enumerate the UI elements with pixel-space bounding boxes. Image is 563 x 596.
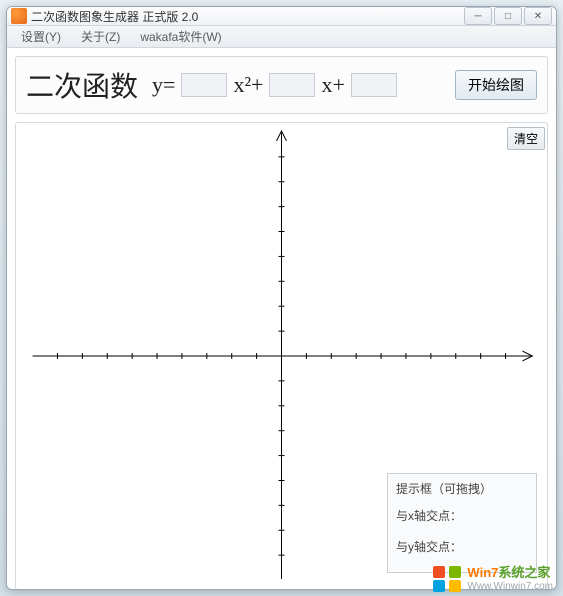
- coef-a-input[interactable]: [181, 73, 227, 97]
- minimize-button[interactable]: ─: [464, 7, 492, 25]
- hint-box[interactable]: 提示框（可拖拽） 与x轴交点： 与y轴交点：: [387, 473, 537, 573]
- app-window: 二次函数图象生成器 正式版 2.0 ─ □ ✕ 设置(Y) 关于(Z) waka…: [6, 6, 557, 590]
- eq-x2: x²+: [233, 72, 263, 98]
- formula-panel: 二次函数 y= x²+ x+ 开始绘图: [15, 56, 548, 114]
- start-plot-button[interactable]: 开始绘图: [455, 70, 537, 100]
- hint-y-intersect: 与y轴交点：: [396, 538, 528, 555]
- menu-settings[interactable]: 设置(Y): [11, 26, 71, 47]
- hint-title: 提示框（可拖拽）: [396, 480, 528, 497]
- maximize-button[interactable]: □: [494, 7, 522, 25]
- app-icon: [11, 8, 27, 24]
- eq-x1: x+: [321, 72, 344, 98]
- menu-wakafa[interactable]: wakafa软件(W): [130, 26, 231, 47]
- hint-x-label: 与x轴交点：: [396, 509, 462, 523]
- titlebar[interactable]: 二次函数图象生成器 正式版 2.0 ─ □ ✕: [7, 7, 556, 26]
- menu-about[interactable]: 关于(Z): [71, 26, 130, 47]
- close-button[interactable]: ✕: [524, 7, 552, 25]
- page-title: 二次函数: [26, 65, 138, 105]
- window-controls: ─ □ ✕: [462, 7, 552, 25]
- window-title: 二次函数图象生成器 正式版 2.0: [31, 8, 462, 25]
- coef-b-input[interactable]: [269, 73, 315, 97]
- coef-c-input[interactable]: [351, 73, 397, 97]
- menubar: 设置(Y) 关于(Z) wakafa软件(W): [7, 26, 556, 48]
- eq-y: y=: [152, 72, 175, 98]
- hint-y-label: 与y轴交点：: [396, 540, 462, 554]
- plot-container: 清空: [15, 122, 548, 590]
- hint-x-intersect: 与x轴交点：: [396, 507, 528, 524]
- content-area: 二次函数 y= x²+ x+ 开始绘图 清空: [7, 48, 556, 590]
